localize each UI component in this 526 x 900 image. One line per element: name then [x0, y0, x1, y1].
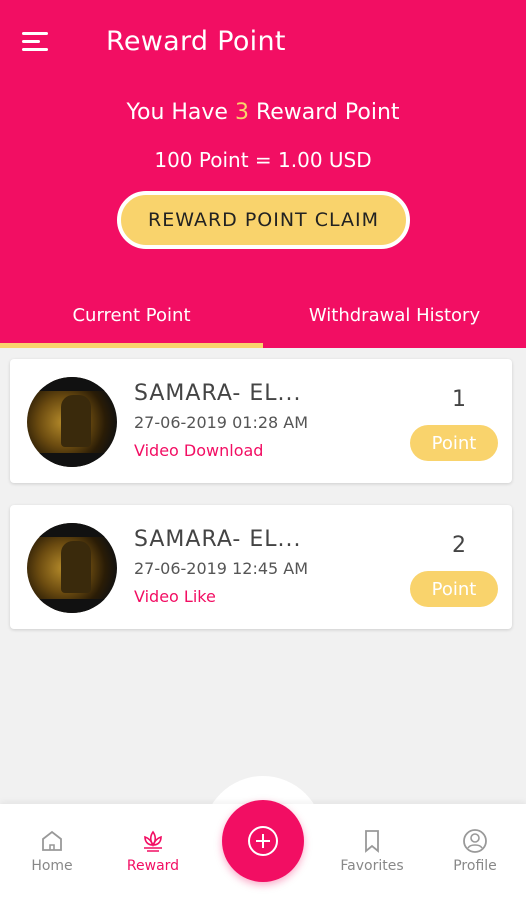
reward-item-card[interactable]: SAMARA- EL... 27-06-2019 01:28 AM Video …: [10, 359, 512, 483]
tab-current-point[interactable]: Current Point: [0, 298, 263, 348]
nav-home-label: Home: [31, 858, 73, 874]
conversion-rate: 100 Point = 1.00 USD: [154, 148, 372, 172]
item-activity-type: Video Download: [134, 441, 264, 460]
item-date: 27-06-2019: [134, 413, 227, 432]
item-activity-type: Video Like: [134, 587, 216, 606]
item-date: 27-06-2019: [134, 559, 227, 578]
menu-icon[interactable]: [22, 32, 48, 52]
page-title: Reward Point: [106, 26, 286, 57]
reward-prefix: You Have: [126, 100, 228, 125]
item-datetime: 27-06-2019 12:45 AM: [134, 559, 308, 578]
reward-item-card[interactable]: SAMARA- EL... 27-06-2019 12:45 AM Video …: [10, 505, 512, 629]
reward-claim-button[interactable]: REWARD POINT CLAIM: [117, 191, 410, 249]
lotus-icon: [144, 830, 162, 852]
add-button[interactable]: [222, 800, 304, 882]
nav-favorites-label: Favorites: [340, 858, 404, 874]
nav-profile[interactable]: Profile: [435, 828, 515, 874]
user-icon: [463, 829, 487, 853]
item-title: SAMARA- EL...: [134, 381, 302, 406]
video-thumbnail: [27, 377, 117, 467]
reward-suffix: Reward Point: [255, 100, 400, 125]
item-datetime: 27-06-2019 01:28 AM: [134, 413, 308, 432]
tab-withdrawal-history[interactable]: Withdrawal History: [263, 298, 526, 348]
reward-points-value: 3: [234, 100, 249, 125]
item-title: SAMARA- EL...: [134, 527, 302, 552]
nav-reward-label: Reward: [126, 858, 180, 874]
item-time: 12:45 AM: [232, 559, 309, 578]
point-badge: Point: [410, 571, 498, 607]
video-thumbnail: [27, 523, 117, 613]
nav-reward[interactable]: Reward: [113, 828, 193, 874]
reward-summary: You Have 3 Reward Point: [0, 100, 526, 125]
item-points: 1: [452, 387, 466, 412]
item-points: 2: [452, 533, 466, 558]
header: Reward Point You Have 3 Reward Point 100…: [0, 0, 526, 348]
home-icon: [42, 830, 62, 851]
point-badge: Point: [410, 425, 498, 461]
nav-home[interactable]: Home: [12, 828, 92, 874]
item-time: 01:28 AM: [232, 413, 309, 432]
nav-profile-label: Profile: [453, 858, 497, 874]
bookmark-icon: [365, 830, 379, 853]
nav-favorites[interactable]: Favorites: [332, 828, 412, 874]
tab-bar: Current Point Withdrawal History: [0, 298, 526, 348]
